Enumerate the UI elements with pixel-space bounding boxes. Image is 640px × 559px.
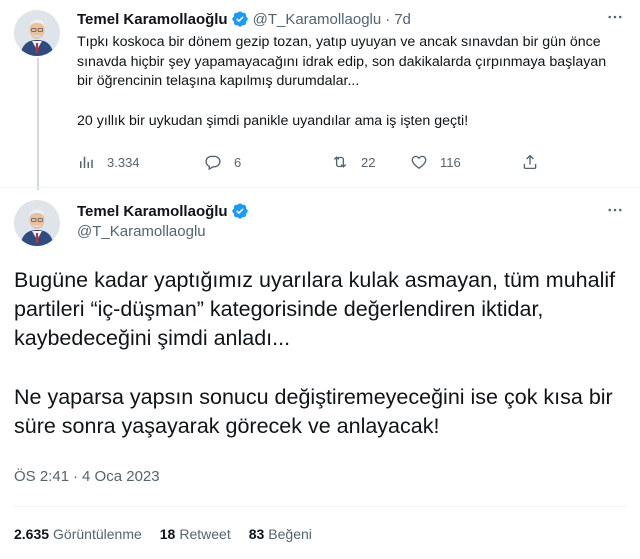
- profile-photo-icon: [14, 200, 60, 246]
- tweet-time: ÖS 2:41: [14, 467, 70, 485]
- more-options-button[interactable]: [602, 201, 628, 219]
- author-handle[interactable]: @T_Karamollaoglu: [77, 223, 206, 240]
- analytics-icon: [80, 156, 93, 168]
- tweet-paragraph: Bugüne kadar yaptığımız uyarılara kulak …: [14, 268, 616, 350]
- tweet-divider: [0, 187, 640, 188]
- views-count: 3.334: [107, 154, 140, 170]
- tweet-age[interactable]: 7d: [394, 11, 411, 28]
- parent-tweet-header: Temel Karamollaoğlu @T_Karamollaoglu · 7…: [77, 9, 411, 29]
- more-options-icon: [608, 208, 622, 212]
- retweets-label: Retweet: [179, 526, 231, 542]
- retweet-button[interactable]: 22: [331, 151, 375, 173]
- like-button[interactable]: 116: [410, 151, 461, 173]
- likes-stat[interactable]: 83 Beğeni: [249, 526, 312, 542]
- heart-icon: [411, 155, 427, 169]
- timestamp-separator: ·: [73, 467, 79, 485]
- tweet-paragraph: 20 yıllık bir uykudan şimdi panikle uyan…: [77, 112, 469, 129]
- tweet-stats: 2.635 Görüntülenme 18 Retweet 83 Beğeni: [14, 524, 330, 544]
- verified-badge-icon: [231, 202, 249, 220]
- tweet-thread-page: Temel Karamollaoğlu @T_Karamollaoglu · 7…: [0, 0, 640, 559]
- like-count: 116: [440, 154, 461, 170]
- views-stat[interactable]: 2.635 Görüntülenme: [14, 526, 142, 542]
- parent-tweet-actions: 3.334 6 22 116: [77, 151, 547, 173]
- author-handle[interactable]: @T_Karamollaoglu: [253, 11, 382, 28]
- main-tweet-text: Bugüne kadar yaptığımız uyarılara kulak …: [14, 266, 626, 441]
- thread-connector-line: [37, 58, 39, 190]
- reply-icon: [205, 155, 221, 171]
- header-separator: ·: [385, 10, 391, 28]
- more-options-button[interactable]: [602, 8, 628, 26]
- likes-label: Beğeni: [268, 526, 312, 542]
- retweets-count: 18: [159, 526, 176, 542]
- parent-tweet-text: Tıpkı koskoca bir dönem gezip tozan, yat…: [77, 33, 622, 131]
- more-options-icon: [608, 15, 622, 19]
- retweet-icon: [333, 156, 347, 168]
- views-label: Görüntülenme: [53, 526, 142, 542]
- retweet-count: 22: [361, 154, 376, 170]
- avatar[interactable]: [14, 10, 60, 56]
- likes-count: 83: [248, 526, 265, 542]
- author-name[interactable]: Temel Karamollaoğlu: [77, 11, 228, 28]
- tweet-paragraph: Ne yaparsa yapsın sonucu değiştiremeyece…: [14, 385, 613, 438]
- author-name[interactable]: Temel Karamollaoğlu: [77, 203, 228, 220]
- reply-button[interactable]: 6: [204, 151, 241, 173]
- tweet-timestamp[interactable]: ÖS 2:41 · 4 Oca 2023: [14, 466, 160, 486]
- share-button[interactable]: [521, 151, 551, 173]
- stats-divider: [14, 506, 626, 507]
- views-count: 2.635: [14, 526, 50, 542]
- tweet-date: 4 Oca 2023: [82, 467, 160, 485]
- avatar[interactable]: [14, 200, 60, 246]
- verified-badge-icon: [231, 10, 249, 28]
- retweets-stat[interactable]: 18 Retweet: [160, 526, 231, 542]
- views-button[interactable]: 3.334: [77, 151, 140, 173]
- profile-photo-icon: [14, 10, 60, 56]
- reply-count: 6: [234, 154, 242, 170]
- share-icon: [523, 154, 537, 170]
- main-tweet-author: Temel Karamollaoğlu: [77, 201, 249, 221]
- tweet-paragraph: Tıpkı koskoca bir dönem gezip tozan, yat…: [77, 34, 607, 89]
